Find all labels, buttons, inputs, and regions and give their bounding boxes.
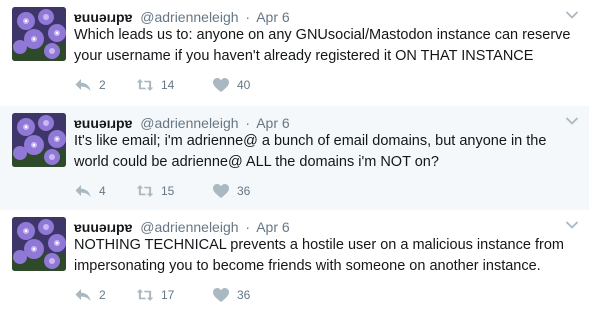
retweet-icon bbox=[136, 289, 154, 301]
tweet[interactable]: ɐuuǝıɹpɐ @adrienneleigh · Apr 6 It's lik… bbox=[0, 106, 589, 210]
chevron-down-icon[interactable] bbox=[565, 114, 579, 128]
like-count: 36 bbox=[237, 288, 251, 302]
like-button[interactable]: 36 bbox=[212, 182, 250, 200]
retweet-button[interactable]: 15 bbox=[136, 182, 174, 200]
retweet-button[interactable]: 14 bbox=[136, 76, 174, 94]
separator: · bbox=[245, 115, 251, 131]
tweet-text: Which leads us to: anyone on any GNUsoci… bbox=[74, 27, 571, 64]
retweet-icon bbox=[136, 79, 154, 91]
reply-icon bbox=[75, 79, 91, 91]
chevron-down-icon[interactable] bbox=[565, 8, 579, 22]
retweet-button[interactable]: 17 bbox=[136, 286, 174, 304]
reply-icon bbox=[75, 185, 91, 197]
username[interactable]: @adrienneleigh bbox=[140, 219, 238, 235]
retweet-icon bbox=[136, 185, 154, 197]
tweet-text: NOTHING TECHNICAL prevents a hostile use… bbox=[74, 237, 564, 274]
reply-button[interactable]: 2 bbox=[74, 76, 106, 94]
separator: · bbox=[245, 219, 251, 235]
retweet-count: 14 bbox=[161, 78, 175, 92]
chevron-down-icon[interactable] bbox=[565, 218, 579, 232]
reply-button[interactable]: 4 bbox=[74, 182, 106, 200]
avatar[interactable] bbox=[12, 7, 66, 61]
avatar[interactable] bbox=[12, 217, 66, 271]
tweet-header: ɐuuǝıɹpɐ @adrienneleigh · Apr 6 bbox=[74, 8, 290, 26]
like-count: 40 bbox=[237, 78, 251, 92]
reply-count: 2 bbox=[99, 288, 106, 302]
tweet[interactable]: ɐuuǝıɹpɐ @adrienneleigh · Apr 6 NOTHING … bbox=[0, 210, 589, 316]
avatar[interactable] bbox=[12, 113, 66, 167]
display-name[interactable]: ɐuuǝıɹpɐ bbox=[74, 9, 132, 25]
tweet-text: It's like email; i'm adrienne@ a bunch o… bbox=[74, 133, 547, 170]
reply-count: 2 bbox=[99, 78, 106, 92]
display-name[interactable]: ɐuuǝıɹpɐ bbox=[74, 219, 132, 235]
like-count: 36 bbox=[237, 184, 251, 198]
timestamp[interactable]: Apr 6 bbox=[256, 219, 289, 235]
heart-icon bbox=[213, 288, 229, 302]
timestamp[interactable]: Apr 6 bbox=[256, 115, 289, 131]
username[interactable]: @adrienneleigh bbox=[140, 9, 238, 25]
display-name[interactable]: ɐuuǝıɹpɐ bbox=[74, 115, 132, 131]
retweet-count: 15 bbox=[161, 184, 175, 198]
timestamp[interactable]: Apr 6 bbox=[256, 9, 289, 25]
like-button[interactable]: 36 bbox=[212, 286, 250, 304]
tweet-header: ɐuuǝıɹpɐ @adrienneleigh · Apr 6 bbox=[74, 218, 290, 236]
reply-button[interactable]: 2 bbox=[74, 286, 106, 304]
tweet-header: ɐuuǝıɹpɐ @adrienneleigh · Apr 6 bbox=[74, 114, 290, 132]
reply-count: 4 bbox=[99, 184, 106, 198]
reply-icon bbox=[75, 289, 91, 301]
like-button[interactable]: 40 bbox=[212, 76, 250, 94]
heart-icon bbox=[213, 78, 229, 92]
retweet-count: 17 bbox=[161, 288, 175, 302]
username[interactable]: @adrienneleigh bbox=[140, 115, 238, 131]
tweet[interactable]: ɐuuǝıɹpɐ @adrienneleigh · Apr 6 Which le… bbox=[0, 0, 589, 106]
separator: · bbox=[245, 9, 251, 25]
heart-icon bbox=[213, 184, 229, 198]
